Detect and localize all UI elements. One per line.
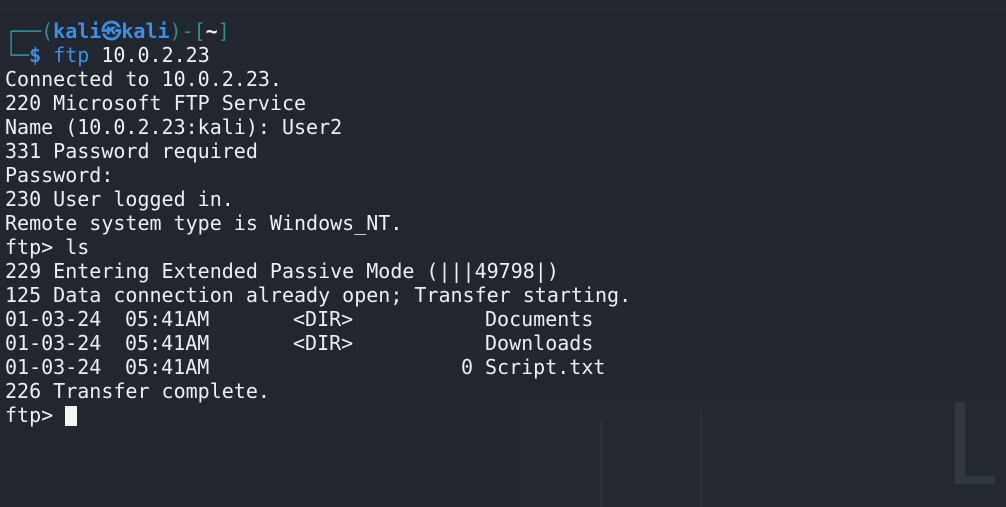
listing-date: 01-03-24	[5, 355, 102, 379]
prompt-user: kali	[53, 19, 102, 43]
prompt-cwd: ~	[205, 19, 218, 43]
output-line: Remote system type is Windows_NT.	[5, 211, 403, 235]
listing-name: Documents	[485, 307, 594, 331]
terminal-output[interactable]: ┌──(kali㉿kali)-[~] └─$ ftp 10.0.2.23 Con…	[5, 19, 1006, 427]
listing-dir-flag: <DIR>	[293, 307, 354, 331]
command-line: └─$ ftp 10.0.2.23	[5, 43, 1006, 67]
listing-row: 01-03-24 05:41AM <DIR> Downloads	[5, 331, 1006, 355]
text-cursor[interactable]	[65, 406, 78, 426]
output-line: ftp> ls	[5, 235, 90, 259]
listing-dir-flag: <DIR>	[293, 331, 354, 355]
output-line: Password:	[5, 163, 126, 187]
ftp-prompt: ftp>	[5, 403, 66, 427]
output-line: 229 Entering Extended Passive Mode (|||4…	[5, 259, 559, 283]
output-line: Name (10.0.2.23:kali): User2	[5, 115, 343, 139]
output-line: 226 Transfer complete.	[5, 379, 270, 403]
listing-row: 01-03-24 05:41AM <DIR> Documents	[5, 307, 1006, 331]
command-name: ftp	[53, 43, 90, 67]
prompt-separator: )-[	[169, 19, 206, 43]
ftp-prompt-line[interactable]: ftp>	[5, 403, 1006, 427]
listing-time: 05:41AM	[125, 355, 210, 379]
command-argument: 10.0.2.23	[101, 43, 210, 67]
listing-time: 05:41AM	[125, 331, 210, 355]
listing-date: 01-03-24	[5, 331, 102, 355]
kali-skull-icon: ㉿	[101, 19, 122, 43]
listing-name: Downloads	[485, 331, 594, 355]
output-line: Connected to 10.0.2.23.	[5, 67, 282, 91]
listing-row: 01-03-24 05:41AM 0 Script.txt	[5, 355, 1006, 379]
output-line: 220 Microsoft FTP Service	[5, 91, 307, 115]
prompt-close: ]	[217, 19, 230, 43]
output-line: 230 User logged in.	[5, 187, 234, 211]
prompt-frame-top: ┌──(	[5, 19, 54, 43]
listing-date: 01-03-24	[5, 307, 102, 331]
listing-size	[389, 307, 485, 331]
output-line: 331 Password required	[5, 139, 258, 163]
listing-name: Script.txt	[485, 355, 606, 379]
listing-time: 05:41AM	[125, 307, 210, 331]
prompt-host: kali	[121, 19, 170, 43]
listing-size	[389, 331, 485, 355]
prompt-line: ┌──(kali㉿kali)-[~]	[5, 19, 1006, 43]
output-line: 125 Data connection already open; Transf…	[5, 283, 632, 307]
listing-dir-flag	[293, 355, 389, 379]
prompt-dollar: $	[29, 43, 42, 67]
listing-size: 0	[460, 355, 473, 379]
prompt-frame-bottom: └─	[5, 43, 30, 67]
